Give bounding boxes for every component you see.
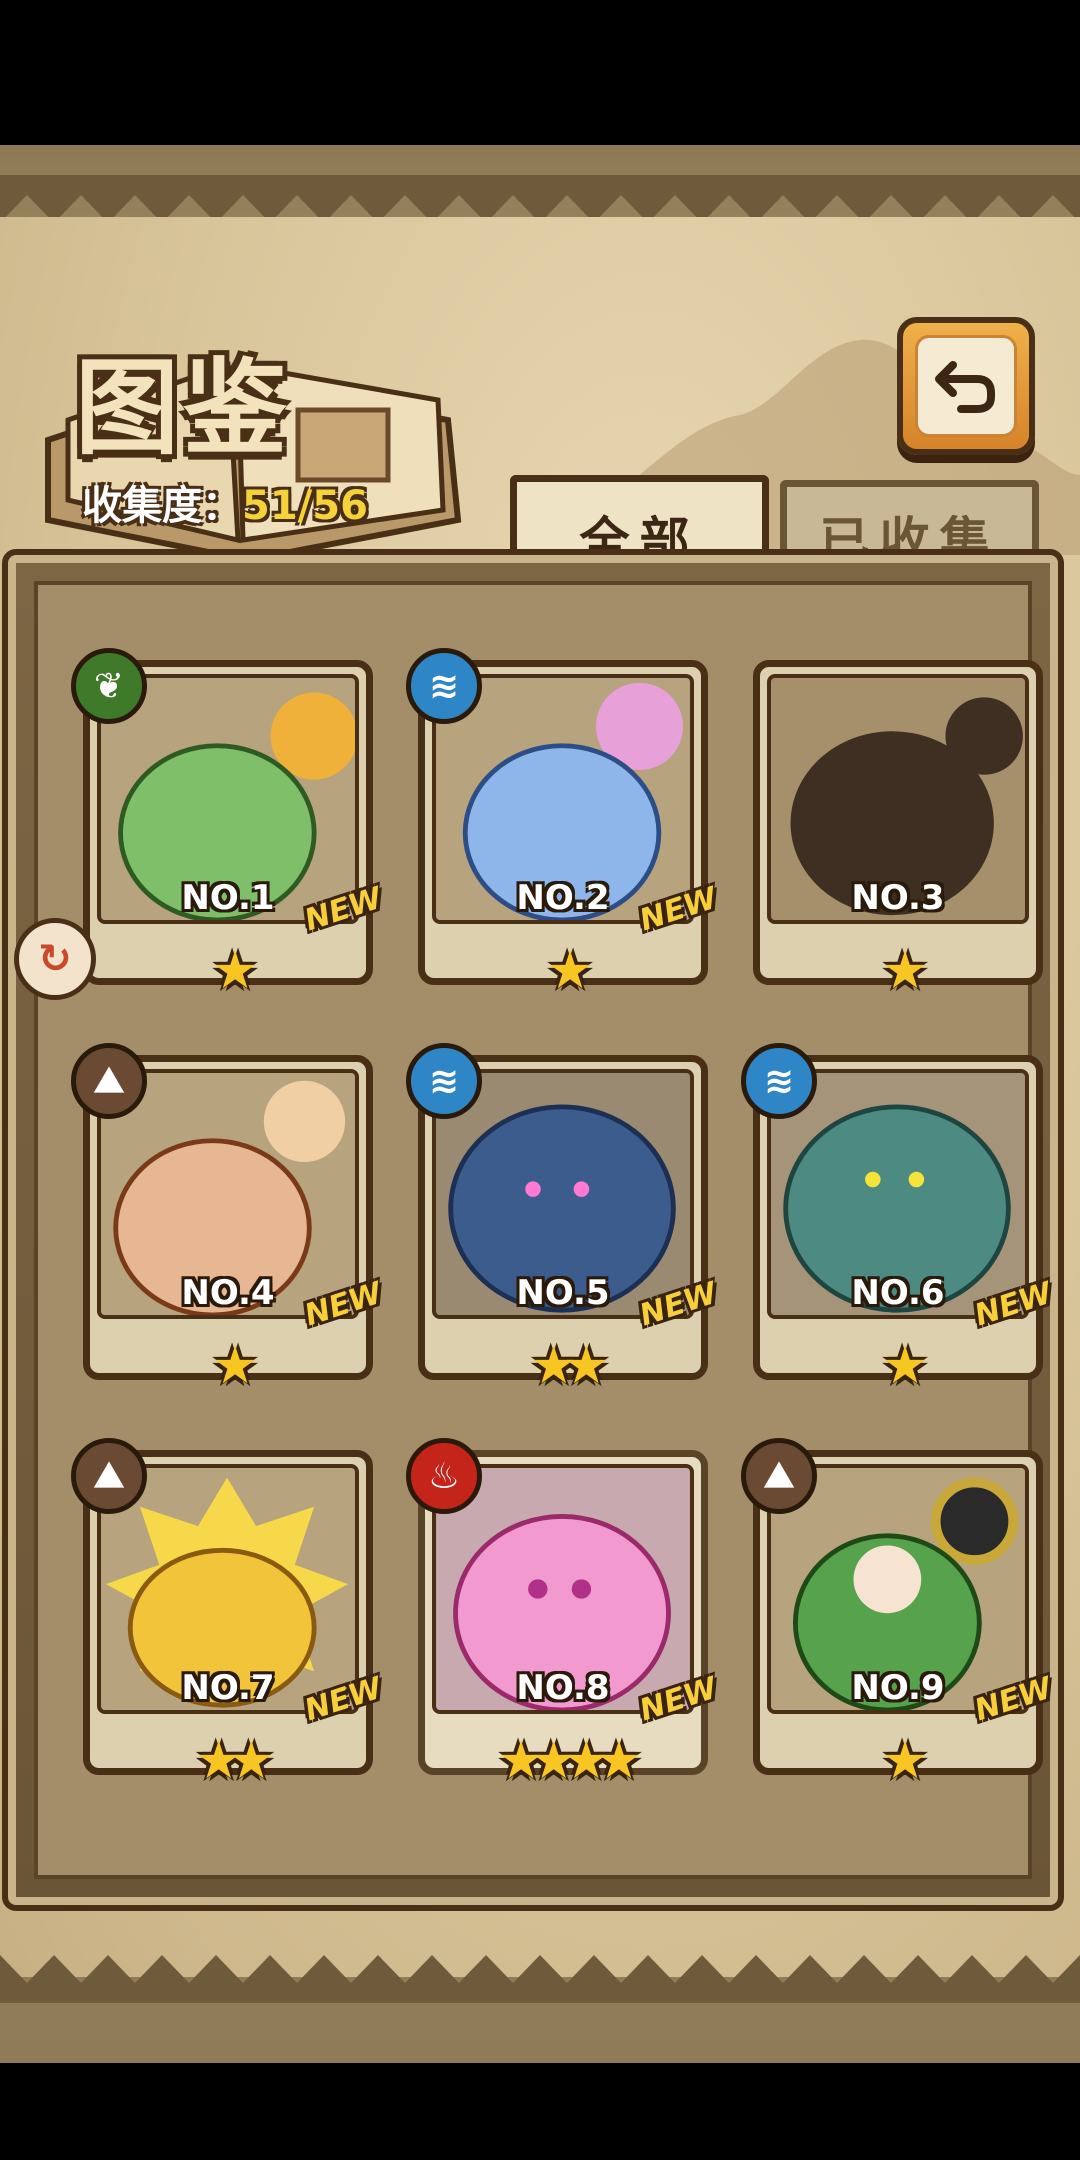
star-rating: ★★: [195, 1731, 274, 1791]
monster-card-4[interactable]: ⛰ NO.4 NEW ★: [71, 1043, 386, 1396]
star-rating: ★★: [530, 1336, 609, 1396]
mountain-icon: ⛰: [71, 1438, 147, 1514]
mountain-icon: ⛰: [741, 1438, 817, 1514]
star-rating: ★: [881, 941, 929, 1001]
monster-card-1[interactable]: ❦ NO.1 NEW ★: [71, 648, 386, 1001]
star-rating: ★: [211, 1336, 259, 1396]
monster-card-9[interactable]: ⛰ NO.9 NEW ★: [741, 1438, 1056, 1791]
monster-card-3[interactable]: NO.3 ★: [753, 660, 1043, 1001]
star-rating: ★: [546, 941, 594, 1001]
water-waves-icon: ≋: [406, 1043, 482, 1119]
star-rating: ★: [881, 1336, 929, 1396]
monster-card-2[interactable]: ≋ NO.2 NEW ★: [406, 648, 721, 1001]
star-rating: ★★★★: [497, 1731, 642, 1791]
flame-icon: ♨: [406, 1438, 482, 1514]
zigzag-border-top: [0, 175, 1080, 223]
monster-card-7[interactable]: ⛰ NO.7 NEW ★★: [71, 1438, 386, 1791]
encyclopedia-screen: 图鉴 收集度：51/56 全部 已收集 ❦ NO.1 NEW ★ ≋ NO.2 …: [0, 145, 1080, 2063]
page-title: 图鉴: [75, 346, 292, 469]
collection-panel: ❦ NO.1 NEW ★ ≋ NO.2 NEW ★ NO.3 ★ ⛰ NO.4 …: [2, 549, 1064, 1911]
collection-grid: ❦ NO.1 NEW ★ ≋ NO.2 NEW ★ NO.3 ★ ⛰ NO.4 …: [34, 581, 1056, 1879]
collection-label: 收集度：: [82, 483, 242, 529]
back-button[interactable]: [897, 317, 1035, 455]
zigzag-border-bottom: [0, 1955, 1080, 2003]
mountain-icon: ⛰: [71, 1043, 147, 1119]
water-waves-icon: ≋: [406, 648, 482, 724]
return-arrow-icon: [915, 335, 1017, 437]
monster-card-8[interactable]: ♨ NO.8 NEW ★★★★: [406, 1438, 721, 1791]
turn-arrow-icon[interactable]: ↻: [14, 918, 96, 1000]
card-number: NO.3: [851, 878, 945, 918]
monster-card-5[interactable]: ≋ NO.5 NEW ★★: [406, 1043, 721, 1396]
monster-card-6[interactable]: ≋ NO.6 NEW ★: [741, 1043, 1056, 1396]
star-rating: ★: [881, 1731, 929, 1791]
collection-progress: 收集度：51/56: [82, 473, 368, 531]
collection-value: 51/56: [242, 483, 368, 529]
water-waves-icon: ≋: [741, 1043, 817, 1119]
star-rating: ★: [211, 941, 259, 1001]
leaf-icon: ❦: [71, 648, 147, 724]
